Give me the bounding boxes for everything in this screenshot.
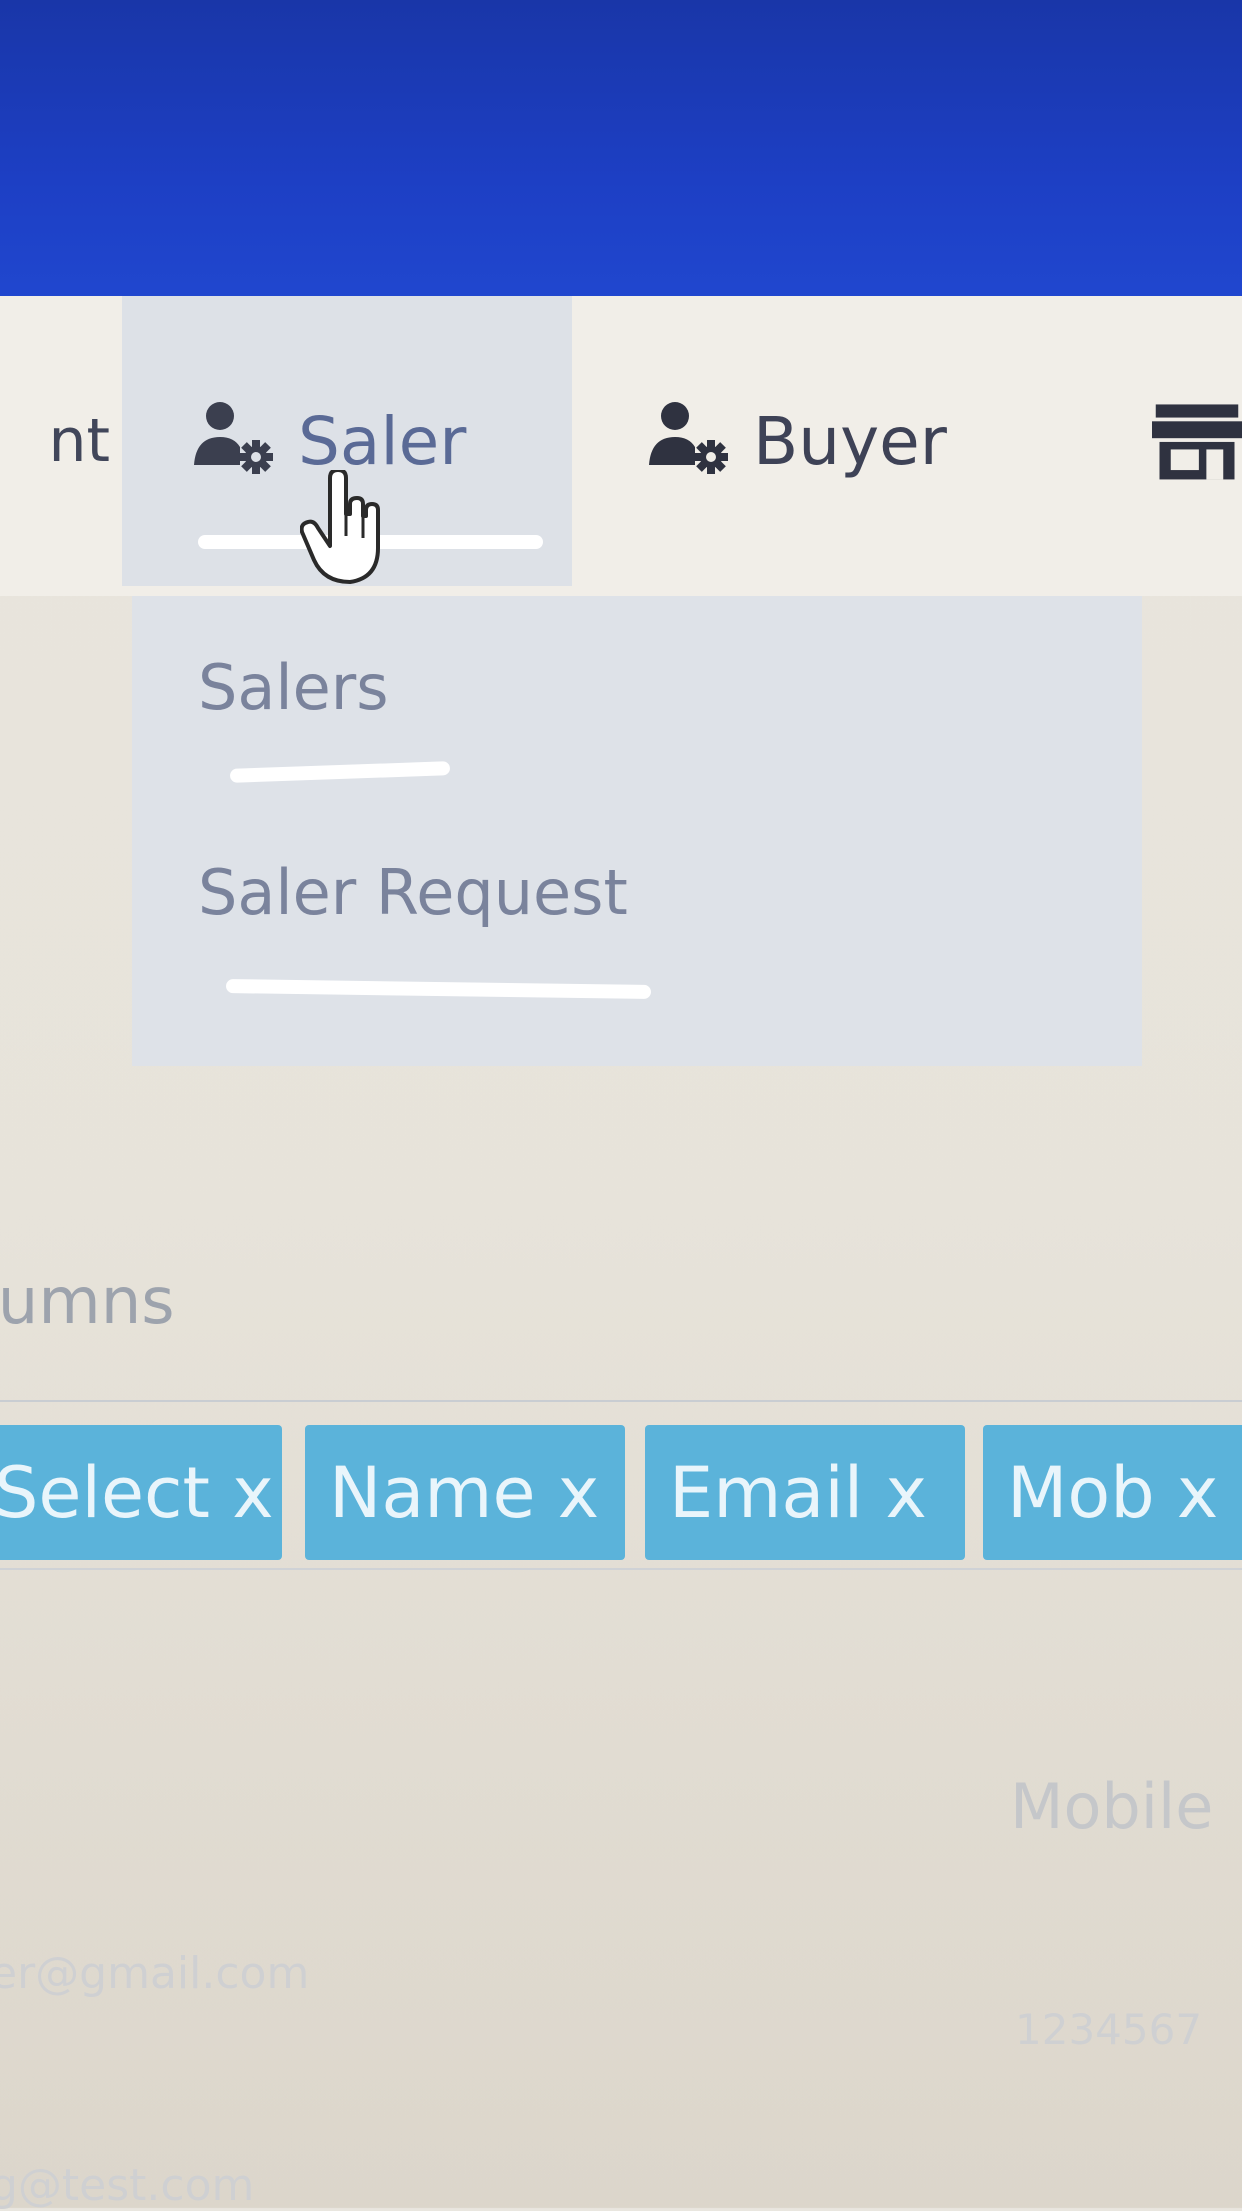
hand-pointer-cursor-icon (300, 470, 380, 584)
table-cell-mobile: 1234567 (1015, 2005, 1203, 2054)
main-navbar: nt Saler Buyer (0, 296, 1242, 596)
nav-item-buyer-label: Buyer (753, 402, 947, 480)
table-cell-email: er@gmail.com (0, 1948, 310, 1999)
column-tag-mob[interactable]: Mob x (983, 1425, 1242, 1560)
dropdown-item-saler-request[interactable]: Saler Request (198, 856, 628, 929)
table-cell-email: g@test.com (0, 2160, 255, 2211)
user-cog-icon (194, 402, 273, 474)
nav-item-partial[interactable]: nt (0, 296, 122, 586)
dropdown-item-salers[interactable]: Salers (198, 651, 389, 724)
column-tag-select[interactable]: Select x (0, 1425, 282, 1560)
divider (0, 1400, 1242, 1402)
table-header-mobile: Mobile (1010, 1770, 1214, 1843)
divider (0, 1568, 1242, 1570)
store-icon (1152, 404, 1242, 480)
nav-item-partial-label: nt (48, 406, 110, 476)
columns-label: lumns (0, 1265, 175, 1339)
user-cog-icon (649, 402, 728, 474)
column-tag-email[interactable]: Email x (645, 1425, 965, 1560)
nav-item-buyer[interactable]: Buyer (630, 296, 1080, 586)
nav-item-saler-label: Saler (298, 402, 467, 480)
top-header-bar (0, 0, 1242, 300)
column-tag-name[interactable]: Name x (305, 1425, 625, 1560)
nav-item-store[interactable] (1140, 296, 1242, 586)
column-tags: Select x Name x Email x Mob x (0, 1425, 1242, 1565)
